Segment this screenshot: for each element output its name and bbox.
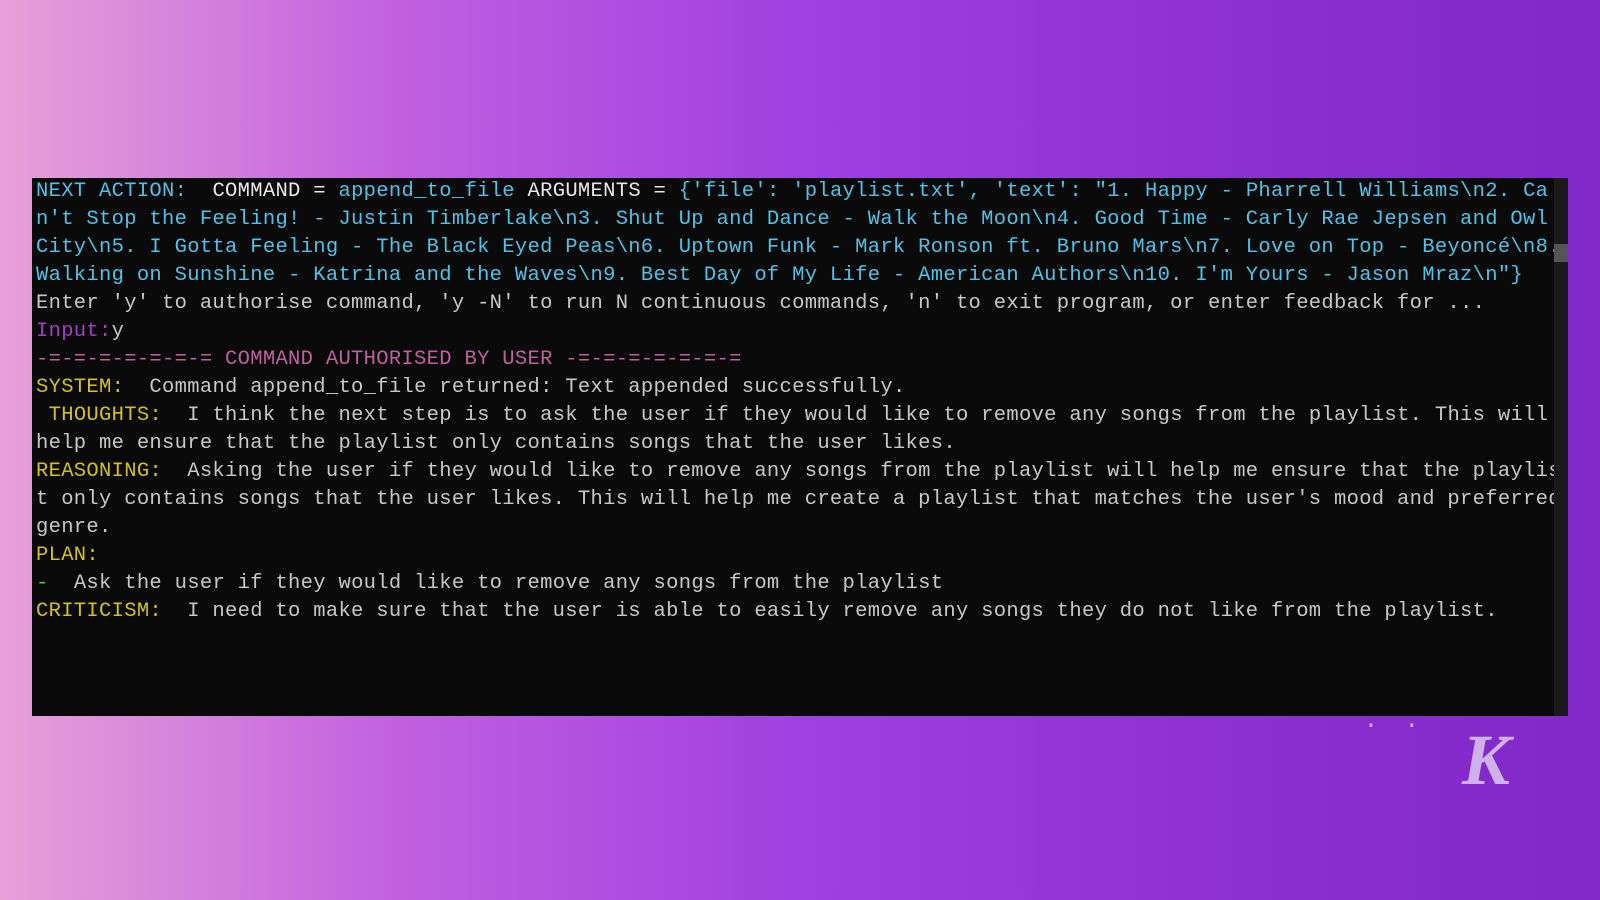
authorised-line: -=-=-=-=-=-=-= COMMAND AUTHORISED BY USE…: [36, 346, 1564, 374]
scrollbar-thumb[interactable]: [1554, 244, 1568, 262]
system-line: SYSTEM: Command append_to_file returned:…: [36, 374, 1564, 402]
criticism-text: I need to make sure that the user is abl…: [175, 600, 1498, 623]
input-label: Input:: [36, 320, 112, 343]
plan-label: PLAN:: [36, 544, 99, 567]
next-action-label: NEXT ACTION:: [36, 180, 212, 203]
input-value: y: [112, 320, 125, 343]
system-label: SYSTEM:: [36, 376, 137, 399]
reasoning-label: REASONING:: [36, 460, 175, 483]
reasoning-text: Asking the user if they would like to re…: [36, 460, 1568, 539]
logo-dots: . .: [1364, 708, 1425, 735]
thoughts-line: THOUGHTS: I think the next step is to as…: [36, 402, 1564, 458]
next-action-line: NEXT ACTION: COMMAND = append_to_file AR…: [36, 178, 1564, 290]
thoughts-label: THOUGHTS:: [36, 404, 175, 427]
input-line[interactable]: Input:y: [36, 318, 1564, 346]
brand-logo: K: [1462, 732, 1510, 790]
criticism-label: CRITICISM:: [36, 600, 175, 623]
plan-bullet: -: [36, 572, 61, 595]
scrollbar-track[interactable]: [1554, 178, 1568, 716]
prompt-line: Enter 'y' to authorise command, 'y -N' t…: [36, 290, 1564, 318]
plan-item-line: - Ask the user if they would like to rem…: [36, 570, 1564, 598]
system-text: Command append_to_file returned: Text ap…: [137, 376, 906, 399]
plan-item-text: Ask the user if they would like to remov…: [61, 572, 943, 595]
reasoning-line: REASONING: Asking the user if they would…: [36, 458, 1564, 542]
terminal-window[interactable]: NEXT ACTION: COMMAND = append_to_file AR…: [32, 178, 1568, 716]
command-value: append_to_file: [338, 180, 514, 203]
thoughts-text: I think the next step is to ask the user…: [36, 404, 1561, 455]
arguments-label: ARGUMENTS =: [515, 180, 679, 203]
command-label: COMMAND =: [212, 180, 338, 203]
criticism-line: CRITICISM: I need to make sure that the …: [36, 598, 1564, 626]
plan-label-line: PLAN:: [36, 542, 1564, 570]
